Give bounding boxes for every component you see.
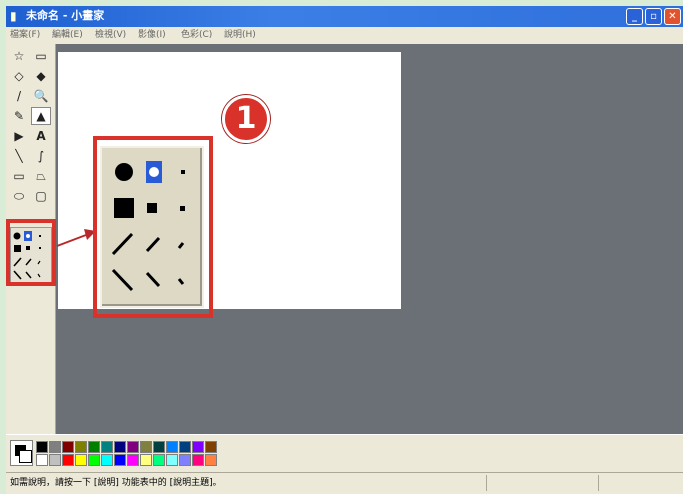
zoom-slash-large bbox=[111, 232, 134, 256]
brush-options-zoom bbox=[100, 146, 204, 308]
zoom-backslash-medium bbox=[145, 271, 161, 288]
zoom-slash-small bbox=[177, 242, 185, 249]
zoom-round-medium-dot bbox=[149, 167, 159, 177]
callout-arrow-line bbox=[56, 234, 87, 247]
brush-options-zoom-graphic bbox=[111, 161, 185, 292]
step-number-badge: 1 bbox=[222, 95, 270, 143]
zoom-round-small bbox=[181, 170, 185, 174]
zoom-square-small bbox=[180, 206, 185, 211]
zoom-backslash-large bbox=[111, 268, 134, 292]
zoom-square-large bbox=[114, 198, 134, 218]
zoom-round-large bbox=[115, 163, 133, 181]
zoom-square-medium bbox=[147, 203, 157, 213]
zoom-slash-medium bbox=[145, 236, 161, 253]
zoom-backslash-small bbox=[177, 278, 185, 285]
